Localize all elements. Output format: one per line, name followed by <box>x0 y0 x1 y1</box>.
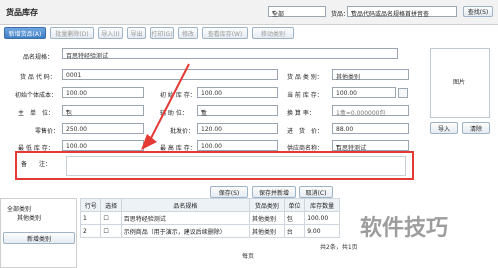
retail-label: 零售价： <box>35 128 60 135</box>
inventory-table: 行号 选择 品名规格 货品类别 单位 库存数量 1 ☐ 百思特经验测试 其他类别… <box>79 198 340 238</box>
table-row[interactable]: 1 ☐ 百思特经验测试 其他类别 包 100.00 <box>79 211 340 225</box>
name-field[interactable]: 百思特经验测试 <box>62 48 398 60</box>
unit-field[interactable]: 包 ▾ <box>62 105 144 117</box>
current-stock-field[interactable]: 100.00 <box>332 87 396 98</box>
edit-button[interactable]: 修改 <box>178 27 198 39</box>
move-category-button[interactable]: 移动类别 <box>252 27 294 39</box>
inventory-window: 货品库存 全部 ▾ 货品： 货品代码或品名规格首拼音查 ▾ 查找(S) 新增货品… <box>0 0 498 268</box>
query-stock-button[interactable]: 查看库存(W) <box>202 27 248 39</box>
row-category: 其他类别 <box>249 224 285 238</box>
initial-cost-label: 初始个体成本： <box>15 92 58 99</box>
category-value: 其他类别 <box>336 74 361 81</box>
category-field[interactable]: 其他类别 <box>332 69 409 81</box>
conversion-label: 换 算 率： <box>287 110 315 117</box>
row-select-checkbox[interactable]: ☐ <box>100 211 122 225</box>
table-header: 行号 <box>79 198 102 212</box>
initial-cost-value: 100.00 <box>66 90 87 97</box>
wholesale-field[interactable]: 120.00 <box>197 123 278 134</box>
tree-root[interactable]: 全部类别 <box>7 204 31 213</box>
category-label: 货 品 类 别： <box>287 74 323 81</box>
max-stock-field[interactable]: 100.00 <box>197 140 278 151</box>
row-stock: 100.00 <box>304 211 340 225</box>
toolbar: 新增货品(A) 批量删除(D) 导入(I) 导出 打印(G) 修改 查看库存(W… <box>0 25 420 41</box>
purchase-value: 88.00 <box>336 126 354 133</box>
conversion-value: 1盒=0.000000包 <box>336 110 386 117</box>
conversion-field[interactable]: 1盒=0.000000包 <box>332 105 409 117</box>
scope-select[interactable]: 全部 ▾ <box>268 6 326 18</box>
tree-child[interactable]: 其他类别 <box>17 213 41 222</box>
table-header: 品名规格 <box>120 198 251 212</box>
initial-cost-field[interactable]: 100.00 <box>62 87 144 98</box>
grid-pager: 每页 <box>242 253 255 260</box>
purchase-label: 进 货 价： <box>287 128 324 135</box>
batch-delete-button[interactable]: 批量删除(D) <box>50 27 94 39</box>
search-input[interactable]: 货品代码或品名规格首拼音查 ▾ <box>347 6 457 18</box>
image-label: 图片 <box>453 79 466 86</box>
window-title: 货品库存 <box>6 8 38 17</box>
row-unit: 包 <box>283 211 306 225</box>
export-button[interactable]: 导出 <box>127 27 146 39</box>
aux-unit-field[interactable]: 盒 ▾ <box>197 105 278 117</box>
retail-field[interactable]: 250.00 <box>62 123 144 134</box>
cancel-button[interactable]: 取消(C) <box>299 186 333 198</box>
save-button[interactable]: 保存(S) <box>210 186 248 198</box>
row-select-checkbox[interactable]: ☐ <box>100 224 122 238</box>
name-label: 品名规格： <box>23 54 54 61</box>
annotation-arrow-icon <box>141 63 190 150</box>
table-header: 单位 <box>283 198 306 212</box>
save-new-button[interactable]: 保存并新增 <box>252 186 296 198</box>
purchase-field[interactable]: 88.00 <box>332 123 409 134</box>
supplier-field[interactable]: 百思特测试 ▾ <box>332 140 409 152</box>
code-label: 货 品 代 码： <box>20 74 56 81</box>
table-row[interactable]: 2 ☐ 示例商品（用于演示，建议后续删除） 其他类别 台 9.00 <box>79 224 340 238</box>
row-name: 示例商品（用于演示，建议后续删除） <box>120 224 251 238</box>
image-import-button[interactable]: 导入 <box>430 122 458 134</box>
image-panel: 图片 <box>430 48 490 118</box>
row-unit: 台 <box>283 224 306 238</box>
current-stock-value: 100.00 <box>336 90 357 97</box>
row-stock: 9.00 <box>304 224 340 238</box>
watermark-text: 软件技巧 <box>360 216 449 241</box>
chevron-down-icon: ▾ <box>351 9 355 16</box>
chevron-down-icon: ▾ <box>336 143 340 150</box>
row-name: 百思特经验测试 <box>120 211 251 225</box>
search-button[interactable]: 查找(S) <box>463 6 493 17</box>
name-value: 百思特经验测试 <box>66 53 109 60</box>
chevron-down-icon: ▾ <box>66 108 70 115</box>
min-stock-value: 100.00 <box>66 143 87 150</box>
grid-summary: 共2条，共1页 <box>320 244 358 251</box>
import-button[interactable]: 导入(I) <box>98 27 123 39</box>
print-button[interactable]: 打印(G) <box>150 27 174 39</box>
more-icon[interactable] <box>398 88 408 98</box>
title-bar: 货品库存 全部 ▾ 货品： 货品代码或品名规格首拼音查 ▾ 查找(S) <box>0 0 498 25</box>
code-value: 0001 <box>66 72 82 79</box>
remark-field[interactable] <box>66 156 406 176</box>
new-category-button[interactable]: 新增类别 <box>3 232 75 244</box>
row-category: 其他类别 <box>249 211 285 225</box>
current-stock-label: 当 前 库 存： <box>287 92 323 99</box>
remark-highlight-box: 备 注： <box>15 151 414 180</box>
category-tree: 全部类别 其他类别 新增类别 <box>0 198 77 268</box>
image-clear-button[interactable]: 清除 <box>462 122 490 134</box>
remark-label: 备 注： <box>21 161 52 168</box>
table-header: 库存数量 <box>304 198 340 212</box>
table-header: 选择 <box>100 198 122 212</box>
chevron-down-icon: ▾ <box>201 108 205 115</box>
table-header: 货品类别 <box>249 198 285 212</box>
new-item-button[interactable]: 新增货品(A) <box>4 27 46 39</box>
row-number: 2 <box>79 224 102 238</box>
retail-value: 250.00 <box>66 126 87 133</box>
row-number: 1 <box>79 211 102 225</box>
unit-label: 主 单 位： <box>18 110 55 117</box>
min-stock-field[interactable]: 100.00 <box>62 140 144 151</box>
initial-stock-field[interactable]: 100.00 <box>197 87 278 98</box>
chevron-down-icon: ▾ <box>272 9 276 16</box>
